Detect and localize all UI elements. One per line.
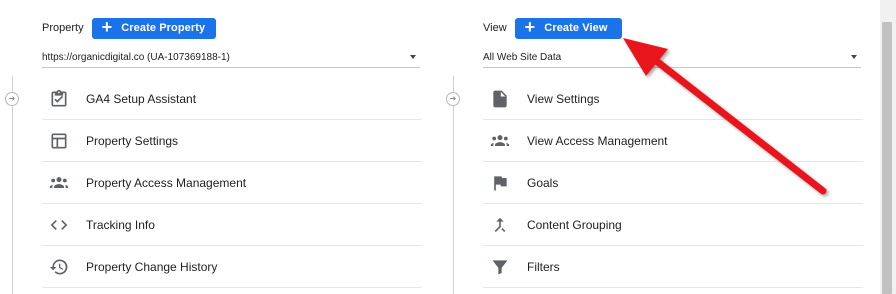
clipboard-check-icon <box>48 88 70 110</box>
layout-icon <box>48 130 70 152</box>
menu-item-label: Property Settings <box>86 133 179 148</box>
menu-item-label: GA4 Setup Assistant <box>86 91 197 106</box>
column-divider <box>453 76 454 294</box>
view-header: View + Create View <box>483 17 622 39</box>
column-divider <box>12 76 13 294</box>
menu-item-property-access-management[interactable]: Property Access Management <box>42 162 422 204</box>
expand-arrow-icon[interactable]: ➜ <box>5 92 19 106</box>
create-property-button[interactable]: + Create Property <box>91 17 217 39</box>
menu-item-label: Filters <box>527 259 560 274</box>
menu-item-view-settings[interactable]: View Settings <box>483 78 863 120</box>
property-select[interactable]: https://organicdigital.co (UA-107369188-… <box>42 47 420 68</box>
menu-item-label: Tracking Info <box>86 217 155 232</box>
merge-icon <box>489 214 511 236</box>
menu-item-view-access-management[interactable]: View Access Management <box>483 120 863 162</box>
document-icon <box>489 88 511 110</box>
menu-item-tracking-info[interactable]: Tracking Info <box>42 204 422 246</box>
plus-icon: + <box>524 17 536 37</box>
menu-item-ga4-setup-assistant[interactable]: GA4 Setup Assistant <box>42 78 422 120</box>
view-select[interactable]: All Web Site Data <box>483 47 861 68</box>
menu-item-label: Property Change History <box>86 259 218 274</box>
property-menu: GA4 Setup Assistant Property Settings Pr… <box>42 78 422 288</box>
dropdown-arrow-icon <box>851 55 857 59</box>
people-icon <box>489 130 511 152</box>
property-header: Property + Create Property <box>42 17 217 39</box>
create-view-label: Create View <box>544 22 608 34</box>
menu-item-label: Content Grouping <box>527 217 622 232</box>
menu-item-property-settings[interactable]: Property Settings <box>42 120 422 162</box>
history-icon <box>48 256 70 278</box>
menu-item-label: Property Access Management <box>86 175 247 190</box>
people-icon <box>48 172 70 194</box>
code-brackets-icon <box>48 214 70 236</box>
menu-item-label: View Settings <box>527 91 600 106</box>
view-label: View <box>483 22 507 34</box>
plus-icon: + <box>101 17 113 37</box>
menu-item-label: Goals <box>527 175 559 190</box>
create-view-button[interactable]: + Create View <box>514 17 622 39</box>
property-label: Property <box>42 22 84 34</box>
menu-item-filters[interactable]: Filters <box>483 246 863 288</box>
property-select-value: https://organicdigital.co (UA-107369188-… <box>42 51 230 63</box>
filter-icon <box>489 256 511 278</box>
dropdown-arrow-icon <box>410 55 416 59</box>
view-select-value: All Web Site Data <box>483 51 562 63</box>
scrollbar-thumb[interactable] <box>882 22 892 294</box>
create-property-label: Create Property <box>121 22 206 34</box>
menu-item-property-change-history[interactable]: Property Change History <box>42 246 422 288</box>
view-menu: View Settings View Access Management Goa… <box>483 78 863 288</box>
expand-arrow-icon[interactable]: ➜ <box>446 92 460 106</box>
flag-icon <box>489 172 511 194</box>
menu-item-label: View Access Management <box>527 133 668 148</box>
menu-item-goals[interactable]: Goals <box>483 162 863 204</box>
menu-item-content-grouping[interactable]: Content Grouping <box>483 204 863 246</box>
